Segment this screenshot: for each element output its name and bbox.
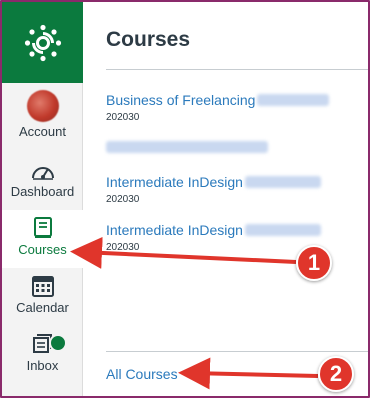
nav-item-courses[interactable]: Courses — [2, 210, 83, 268]
nav-item-label: Calendar — [16, 300, 69, 315]
avatar — [26, 90, 59, 122]
nav-item-calendar[interactable]: Calendar — [2, 274, 83, 324]
redacted-code — [244, 224, 321, 236]
course-term: 202030 — [106, 194, 140, 205]
course-link[interactable]: Intermediate InDesign — [106, 174, 243, 190]
course-term: 202030 — [106, 112, 140, 123]
redacted-course-name — [106, 141, 268, 153]
redacted-code — [257, 94, 330, 106]
course-item[interactable]: Business of Freelancing 202030 — [106, 92, 330, 123]
all-courses-link[interactable]: All Courses — [106, 366, 178, 382]
annotation-callout-2: 2 — [318, 356, 354, 392]
divider — [106, 351, 368, 352]
course-term: 202030 — [106, 242, 140, 253]
course-link[interactable]: Intermediate InDesign — [106, 222, 243, 238]
book-icon — [33, 217, 52, 238]
unread-badge — [49, 334, 67, 352]
nav-item-inbox[interactable]: Inbox — [2, 332, 83, 382]
nav-item-account[interactable]: Account — [2, 90, 83, 152]
canvas-logo-icon — [24, 24, 61, 61]
nav-item-label: Dashboard — [10, 184, 75, 199]
course-item[interactable] — [106, 141, 268, 153]
calendar-icon — [31, 276, 54, 297]
nav-item-label: Account — [19, 124, 66, 139]
course-item[interactable]: Intermediate InDesign 202030 — [106, 222, 321, 253]
courses-tray: Courses Business of Freelancing 202030 I… — [84, 2, 368, 396]
nav-item-dashboard[interactable]: Dashboard — [2, 160, 83, 206]
global-navigation: Account Dashboard Courses Calendar Inbox — [2, 2, 83, 396]
course-link[interactable]: Business of Freelancing — [106, 92, 255, 108]
dashboard-icon — [31, 167, 54, 180]
window-frame: Account Dashboard Courses Calendar Inbox… — [0, 0, 370, 398]
nav-item-label: Inbox — [26, 358, 59, 373]
divider — [106, 69, 368, 70]
canvas-logo[interactable] — [2, 2, 83, 83]
nav-item-label: Courses — [18, 242, 67, 257]
annotation-callout-1: 1 — [296, 245, 332, 281]
tray-title: Courses — [106, 28, 191, 51]
course-item[interactable]: Intermediate InDesign 202030 — [106, 174, 321, 205]
redacted-code — [244, 176, 321, 188]
